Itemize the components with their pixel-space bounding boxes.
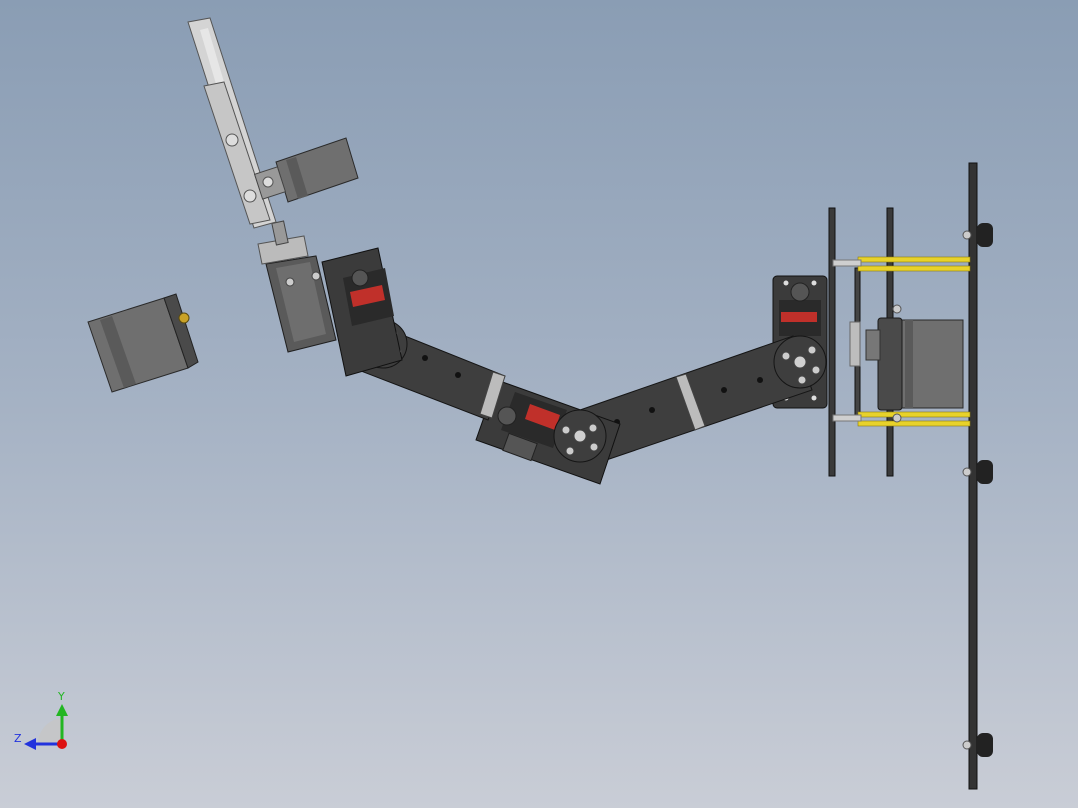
cad-viewport[interactable]: Y Z <box>0 0 1078 808</box>
z-axis-label: Z <box>14 732 22 745</box>
turntable-plate-outer[interactable] <box>828 207 836 477</box>
loose-servo[interactable] <box>87 293 199 393</box>
servo-output-shaft <box>178 312 190 324</box>
robot-arm-assembly[interactable]: Y Z <box>0 0 1078 808</box>
rubber-foot-middle <box>962 460 993 484</box>
base-rotation-motor[interactable] <box>849 304 964 423</box>
wrist-servo[interactable] <box>321 247 403 377</box>
axis-triad: Y Z <box>14 690 68 750</box>
gripper-servo[interactable] <box>253 137 359 203</box>
rubber-foot-bottom <box>962 733 993 757</box>
elbow-hub <box>553 409 607 463</box>
rubber-foot-top <box>962 223 993 247</box>
standoff-bottom <box>832 411 971 427</box>
gripper-mount <box>257 220 309 265</box>
y-axis-label: Y <box>57 690 65 703</box>
standoff-top <box>832 256 971 272</box>
servo-label-sticker <box>781 312 817 322</box>
